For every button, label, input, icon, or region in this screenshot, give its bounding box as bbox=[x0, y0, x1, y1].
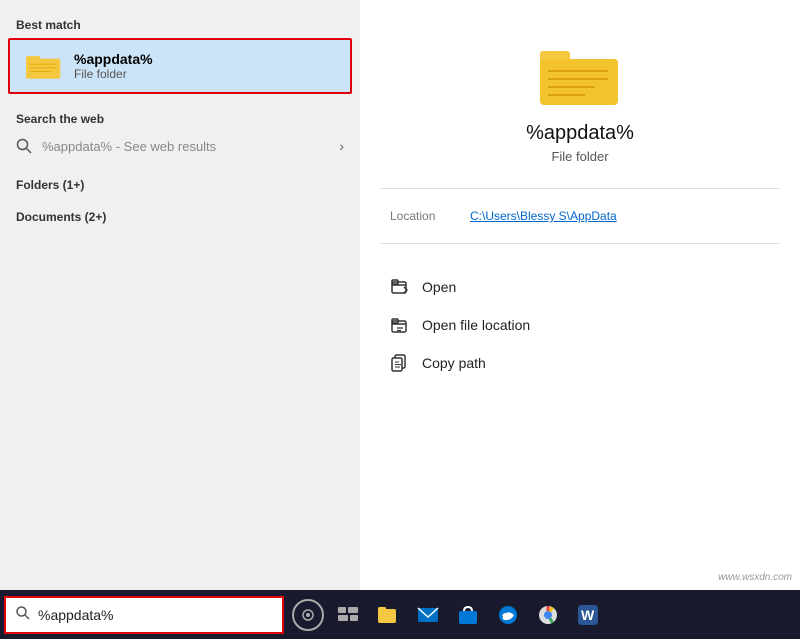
mail-button[interactable] bbox=[408, 595, 448, 635]
web-search-text: %appdata% - See web results bbox=[42, 139, 339, 154]
folders-section: Folders (1+) bbox=[0, 172, 360, 194]
best-match-label: Best match bbox=[0, 12, 360, 36]
best-match-subtitle: File folder bbox=[74, 67, 153, 81]
open-file-location-label: Open file location bbox=[422, 317, 530, 333]
action-list: Open Open file location bbox=[380, 268, 780, 382]
best-match-text: %appdata% File folder bbox=[74, 51, 153, 81]
app-title: %appdata% bbox=[526, 122, 634, 145]
location-label: Location bbox=[390, 209, 470, 223]
chevron-right-icon: › bbox=[339, 138, 344, 154]
documents-section: Documents (2+) bbox=[0, 204, 360, 226]
folders-label[interactable]: Folders (1+) bbox=[16, 178, 344, 192]
left-panel: Best match %appdata% File folder Search … bbox=[0, 0, 360, 590]
chrome-button[interactable] bbox=[528, 595, 568, 635]
divider bbox=[380, 188, 780, 189]
folder-icon-large bbox=[540, 40, 620, 110]
copy-path-icon bbox=[390, 353, 410, 373]
search-icon bbox=[16, 138, 32, 154]
best-match-title: %appdata% bbox=[74, 51, 153, 67]
documents-label[interactable]: Documents (2+) bbox=[16, 210, 344, 224]
open-label: Open bbox=[422, 279, 456, 295]
word-button[interactable]: W bbox=[568, 595, 608, 635]
location-value[interactable]: C:\Users\Blessy S\AppData bbox=[470, 209, 617, 223]
best-match-item[interactable]: %appdata% File folder bbox=[8, 38, 352, 94]
file-explorer-button[interactable] bbox=[368, 595, 408, 635]
edge-button[interactable] bbox=[488, 595, 528, 635]
right-panel: %appdata% File folder Location C:\Users\… bbox=[360, 0, 800, 590]
taskbar: %appdata% bbox=[0, 590, 800, 639]
task-view-button[interactable] bbox=[328, 595, 368, 635]
web-search-item[interactable]: %appdata% - See web results › bbox=[0, 130, 360, 162]
watermark: www.wsxdn.com bbox=[718, 572, 792, 583]
svg-text:W: W bbox=[581, 607, 595, 623]
taskbar-search-text: %appdata% bbox=[38, 607, 114, 623]
location-row: Location C:\Users\Blessy S\AppData bbox=[380, 205, 780, 227]
cortana-button[interactable] bbox=[292, 599, 324, 631]
folder-icon-small bbox=[26, 48, 62, 84]
open-action[interactable]: Open bbox=[380, 268, 780, 306]
app-type: File folder bbox=[551, 149, 608, 164]
web-search-label: Search the web bbox=[0, 106, 360, 130]
divider2 bbox=[380, 243, 780, 244]
taskbar-search[interactable]: %appdata% bbox=[4, 596, 284, 634]
taskbar-search-icon bbox=[16, 606, 30, 623]
copy-path-label: Copy path bbox=[422, 355, 486, 371]
open-file-location-icon bbox=[390, 315, 410, 335]
open-file-location-action[interactable]: Open file location bbox=[380, 306, 780, 344]
open-icon bbox=[390, 277, 410, 297]
copy-path-action[interactable]: Copy path bbox=[380, 344, 780, 382]
store-button[interactable] bbox=[448, 595, 488, 635]
start-menu: Best match %appdata% File folder Search … bbox=[0, 0, 800, 590]
